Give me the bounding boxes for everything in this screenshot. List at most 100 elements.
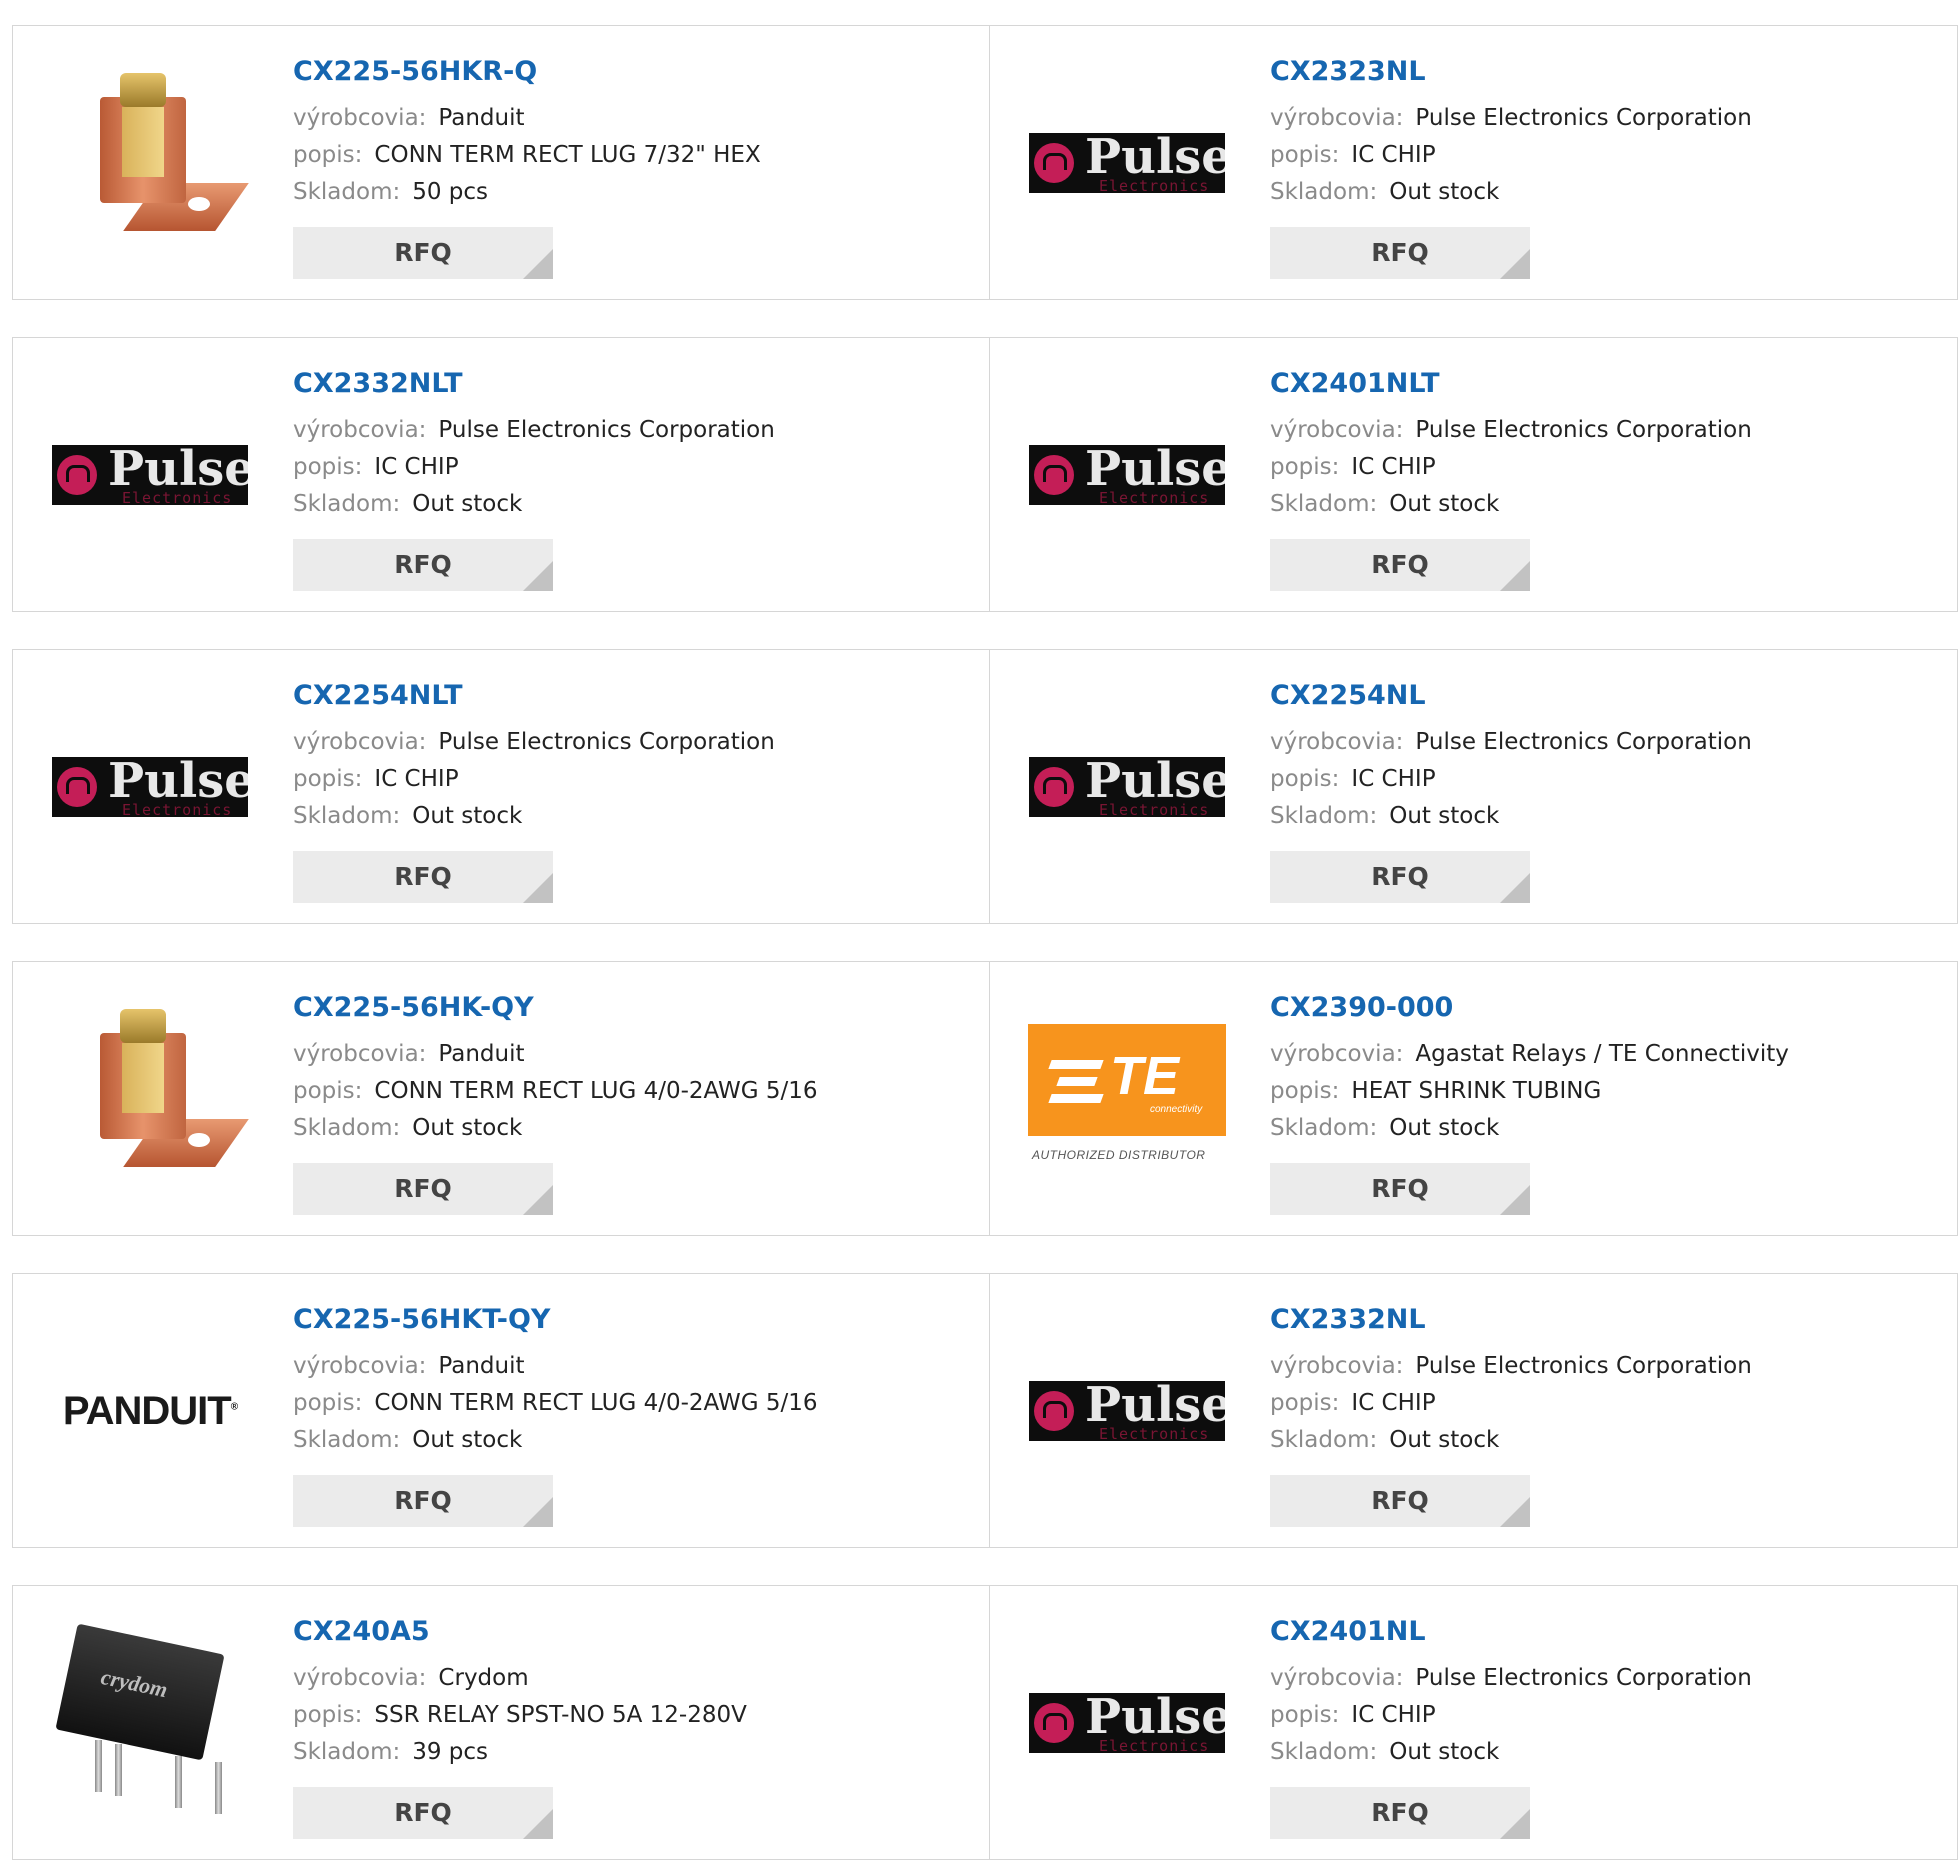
stock-row: Skladom: Out stock xyxy=(1270,1422,1947,1459)
manufacturer-row: výrobcovia: Agastat Relays / TE Connectiv… xyxy=(1270,1036,1947,1073)
corner-triangle-icon xyxy=(523,249,553,279)
product-image[interactable]: TE connectivity AUTHORIZED DISTRIBUTOR xyxy=(1027,999,1227,1199)
stock-label: Skladom: xyxy=(293,1739,401,1765)
part-number-link[interactable]: CX2390-000 xyxy=(1270,990,1947,1026)
product-card: Pulse Electronics CX2332NL výrobcovia: Pul… xyxy=(990,1273,1958,1548)
pulse-logo-sub: Electronics xyxy=(1099,801,1210,817)
manufacturer-value: Crydom xyxy=(438,1665,529,1691)
description-value: CONN TERM RECT LUG 7/32" HEX xyxy=(374,142,761,168)
product-image[interactable]: Pulse Electronics xyxy=(50,687,250,887)
pulse-mark-icon xyxy=(1034,1391,1074,1431)
stock-row: Skladom: Out stock xyxy=(1270,1734,1947,1771)
pulse-mark-icon xyxy=(1034,455,1074,495)
description-row: popis: IC CHIP xyxy=(1270,449,1947,486)
manufacturer-label: výrobcovia: xyxy=(1270,1665,1404,1691)
pulse-logo-sub: Electronics xyxy=(122,801,233,817)
part-number-link[interactable]: CX2323NL xyxy=(1270,54,1947,90)
part-number-link[interactable]: CX240A5 xyxy=(293,1614,979,1650)
pulse-mark-icon xyxy=(1034,143,1074,183)
rfq-button[interactable]: RFQ xyxy=(293,227,553,279)
description-row: popis: IC CHIP xyxy=(1270,1697,1947,1734)
stock-label: Skladom: xyxy=(293,1427,401,1453)
description-value: CONN TERM RECT LUG 4/0-2AWG 5/16 xyxy=(374,1390,818,1416)
manufacturer-label: výrobcovia: xyxy=(1270,1353,1404,1379)
description-label: popis: xyxy=(293,766,363,792)
rfq-button[interactable]: RFQ xyxy=(293,1787,553,1839)
product-image[interactable]: Pulse Electronics xyxy=(1027,63,1227,263)
rfq-label: RFQ xyxy=(394,862,452,891)
manufacturer-value: Pulse Electronics Corporation xyxy=(438,729,775,755)
corner-triangle-icon xyxy=(1500,1809,1530,1839)
product-info: CX2332NL výrobcovia: Pulse Electronics Co… xyxy=(1270,1302,1947,1459)
part-number-link[interactable]: CX2254NLT xyxy=(293,678,979,714)
description-label: popis: xyxy=(1270,1078,1340,1104)
product-card: crydom CX240A5 výrobcovia: Crydom popis: S… xyxy=(12,1585,990,1860)
rfq-button[interactable]: RFQ xyxy=(293,851,553,903)
stock-label: Skladom: xyxy=(293,1115,401,1141)
stock-value: Out stock xyxy=(412,1115,523,1141)
part-number-link[interactable]: CX2401NLT xyxy=(1270,366,1947,402)
manufacturer-row: výrobcovia: Panduit xyxy=(293,1348,979,1385)
product-image[interactable]: Pulse Electronics xyxy=(1027,1623,1227,1823)
rfq-button[interactable]: RFQ xyxy=(1270,227,1530,279)
product-image[interactable]: Pulse Electronics xyxy=(1027,687,1227,887)
product-card: TE connectivity AUTHORIZED DISTRIBUTOR CX2… xyxy=(990,961,1958,1236)
part-number-link[interactable]: CX225-56HK-QY xyxy=(293,990,979,1026)
stock-row: Skladom: Out stock xyxy=(1270,174,1947,211)
manufacturer-row: výrobcovia: Pulse Electronics Corporation xyxy=(1270,412,1947,449)
pulse-logo: Pulse Electronics xyxy=(52,445,248,505)
product-image[interactable]: crydom xyxy=(50,1623,250,1823)
copper-lug-icon xyxy=(70,1009,249,1189)
stock-value: Out stock xyxy=(1389,1739,1500,1765)
product-card: PANDUIT® CX225-56HKT-QY výrobcovia: Pandu… xyxy=(12,1273,990,1548)
manufacturer-label: výrobcovia: xyxy=(1270,729,1404,755)
product-image[interactable]: Pulse Electronics xyxy=(1027,375,1227,575)
stock-label: Skladom: xyxy=(1270,1427,1378,1453)
crydom-relay-icon: crydom xyxy=(55,1623,245,1818)
manufacturer-label: výrobcovia: xyxy=(293,417,427,443)
rfq-button[interactable]: RFQ xyxy=(1270,539,1530,591)
description-row: popis: CONN TERM RECT LUG 4/0-2AWG 5/16 xyxy=(293,1385,979,1422)
description-value: IC CHIP xyxy=(1351,454,1436,480)
part-number-link[interactable]: CX2332NL xyxy=(1270,1302,1947,1338)
part-number-link[interactable]: CX2401NL xyxy=(1270,1614,1947,1650)
product-image[interactable] xyxy=(50,999,250,1199)
rfq-button[interactable]: RFQ xyxy=(293,1475,553,1527)
product-card: CX225-56HK-QY výrobcovia: Panduit popis: C… xyxy=(12,961,990,1236)
description-row: popis: CONN TERM RECT LUG 4/0-2AWG 5/16 xyxy=(293,1073,979,1110)
part-number-link[interactable]: CX2254NL xyxy=(1270,678,1947,714)
product-image[interactable]: PANDUIT® xyxy=(50,1311,250,1511)
rfq-label: RFQ xyxy=(394,1798,452,1827)
manufacturer-label: výrobcovia: xyxy=(1270,417,1404,443)
description-label: popis: xyxy=(1270,1390,1340,1416)
product-grid: CX225-56HKR-Q výrobcovia: Panduit popis: C… xyxy=(12,25,1958,1860)
stock-label: Skladom: xyxy=(293,491,401,517)
rfq-button[interactable]: RFQ xyxy=(1270,1787,1530,1839)
corner-triangle-icon xyxy=(1500,249,1530,279)
product-image[interactable]: Pulse Electronics xyxy=(1027,1311,1227,1511)
product-image[interactable]: Pulse Electronics xyxy=(50,375,250,575)
product-card: Pulse Electronics CX2254NL výrobcovia: Pul… xyxy=(990,649,1958,924)
rfq-button[interactable]: RFQ xyxy=(1270,1475,1530,1527)
product-image[interactable] xyxy=(50,63,250,263)
rfq-label: RFQ xyxy=(1371,238,1429,267)
rfq-button[interactable]: RFQ xyxy=(1270,851,1530,903)
stock-row: Skladom: Out stock xyxy=(1270,798,1947,835)
product-info: CX2401NL výrobcovia: Pulse Electronics Co… xyxy=(1270,1614,1947,1771)
manufacturer-label: výrobcovia: xyxy=(1270,105,1404,131)
pulse-mark-icon xyxy=(1034,1703,1074,1743)
part-number-link[interactable]: CX2332NLT xyxy=(293,366,979,402)
stock-label: Skladom: xyxy=(1270,491,1378,517)
pulse-mark-icon xyxy=(57,455,97,495)
stock-value: Out stock xyxy=(1389,179,1500,205)
rfq-button[interactable]: RFQ xyxy=(293,1163,553,1215)
rfq-button[interactable]: RFQ xyxy=(1270,1163,1530,1215)
stock-value: Out stock xyxy=(1389,1427,1500,1453)
rfq-button[interactable]: RFQ xyxy=(293,539,553,591)
stock-row: Skladom: Out stock xyxy=(1270,486,1947,523)
part-number-link[interactable]: CX225-56HKT-QY xyxy=(293,1302,979,1338)
stock-row: Skladom: Out stock xyxy=(293,1110,979,1147)
manufacturer-value: Panduit xyxy=(438,105,525,131)
part-number-link[interactable]: CX225-56HKR-Q xyxy=(293,54,979,90)
crydom-brand: crydom xyxy=(98,1663,170,1703)
